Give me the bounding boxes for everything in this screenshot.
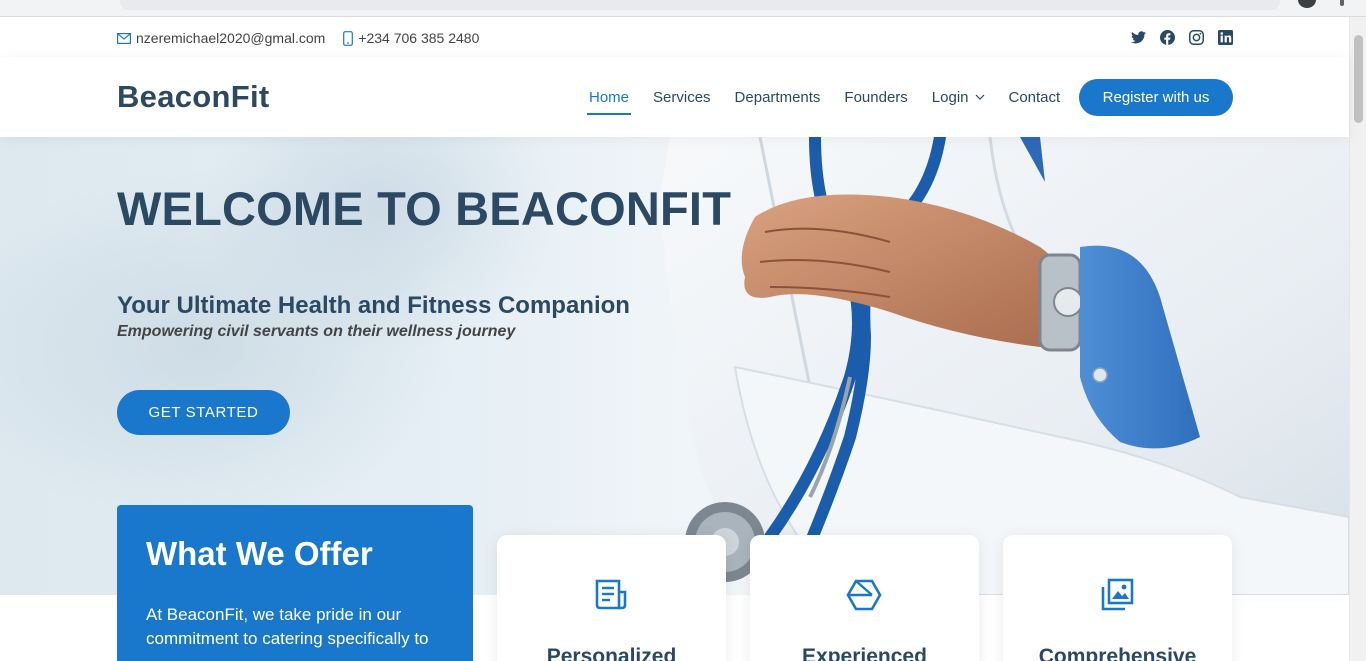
twitter-icon[interactable] — [1130, 29, 1146, 45]
doctor-image — [660, 137, 1349, 595]
profile-icon[interactable] — [1298, 0, 1316, 8]
feature-card: Comprehensive — [1003, 535, 1232, 661]
address-bar[interactable] — [120, 0, 1280, 10]
feature-card: Experienced — [750, 535, 979, 661]
main-nav: Home Services Departments Founders Login… — [577, 57, 1072, 137]
hero-subtitle: Your Ultimate Health and Fitness Compani… — [117, 292, 630, 319]
hero-tagline: Empowering civil servants on their welln… — [117, 323, 516, 340]
offer-title: What We Offer — [146, 535, 373, 572]
images-icon — [1099, 577, 1135, 613]
page-scrollbar[interactable] — [1349, 17, 1366, 661]
feature-card: Personalized — [497, 535, 726, 661]
envelope-icon — [117, 32, 131, 44]
cube-icon — [846, 577, 882, 613]
email-contact[interactable]: nzeremichael2020@gmal.com — [117, 30, 325, 46]
facebook-icon[interactable] — [1159, 29, 1175, 45]
feature-card-label: Personalized — [546, 645, 677, 661]
chevron-down-icon — [975, 94, 984, 100]
nav-contact[interactable]: Contact — [1009, 89, 1061, 106]
nav-login[interactable]: Login — [932, 89, 985, 106]
email-text[interactable]: nzeremichael2020@gmal.com — [136, 30, 325, 46]
phone-text[interactable]: +234 706 385 2480 — [358, 30, 479, 46]
instagram-icon[interactable] — [1188, 29, 1204, 45]
linkedin-icon[interactable] — [1217, 29, 1233, 45]
nav-home[interactable]: Home — [586, 89, 632, 115]
feature-card-label: Experienced — [802, 645, 927, 661]
nav-login-label: Login — [931, 88, 969, 106]
what-we-offer-panel: What We Offer At BeaconFit, we take prid… — [117, 505, 473, 661]
phone-icon — [343, 30, 354, 46]
site-logo[interactable]: BeaconFit — [117, 79, 270, 115]
browser-menu-icon[interactable] — [1340, 0, 1344, 6]
site-header: BeaconFit Home Services Departments Foun… — [0, 57, 1349, 137]
offer-text: At BeaconFit, we take pride in our commi… — [146, 605, 429, 648]
feature-card-label: Comprehensive — [1038, 645, 1197, 661]
hero-title: WELCOME TO BEACONFIT — [117, 182, 732, 235]
scrollbar-thumb[interactable] — [1354, 35, 1363, 123]
social-links — [1130, 29, 1246, 45]
phone-contact[interactable]: +234 706 385 2480 — [343, 30, 479, 46]
contact-info: nzeremichael2020@gmal.com +234 706 385 2… — [117, 30, 497, 46]
nav-founders[interactable]: Founders — [844, 89, 907, 106]
register-button[interactable]: Register with us — [1079, 79, 1233, 116]
document-icon — [593, 577, 629, 613]
get-started-button[interactable]: GET STARTED — [117, 390, 290, 435]
browser-toolbar — [0, 0, 1366, 17]
topbar: nzeremichael2020@gmal.com +234 706 385 2… — [0, 17, 1349, 57]
nav-services[interactable]: Services — [653, 89, 711, 106]
nav-departments[interactable]: Departments — [735, 89, 821, 106]
